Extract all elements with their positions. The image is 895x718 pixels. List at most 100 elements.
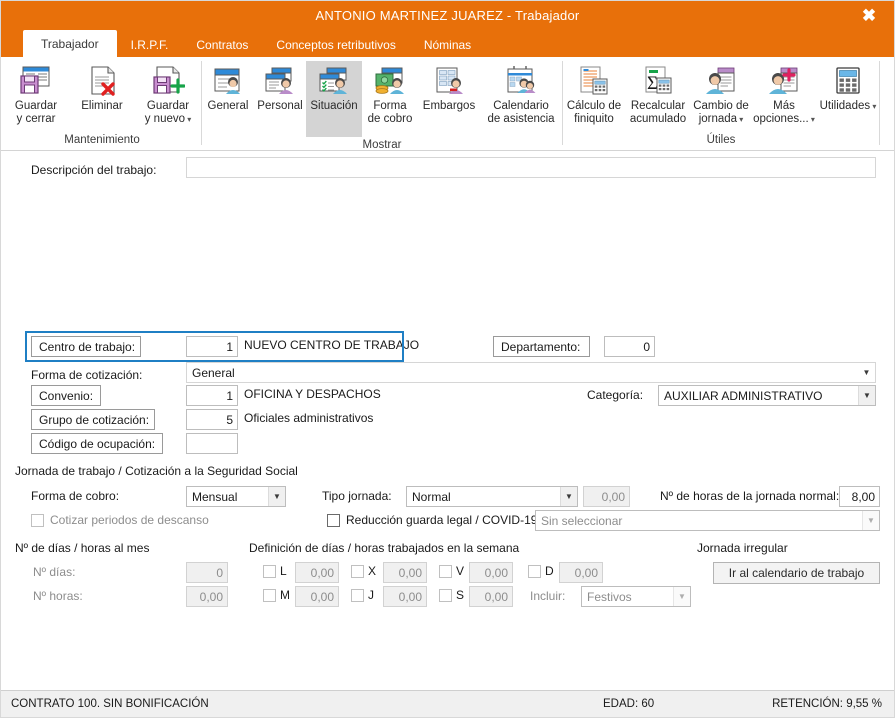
descripcion-trabajo-input[interactable]	[186, 157, 876, 178]
tipo-jornada-label: Tipo jornada:	[322, 489, 392, 503]
forma-cotizacion-select[interactable]: General ▼	[186, 362, 876, 383]
reduccion-guarda-legal-select[interactable]: Sin seleccionar ▼	[535, 510, 880, 531]
cotizar-descanso-label: Cotizar periodos de descanso	[50, 513, 209, 527]
mas-opciones-button[interactable]: Más opciones...	[751, 61, 817, 126]
title-bar: ANTONIO MARTINEZ JUAREZ - Trabajador ✖	[1, 1, 894, 30]
mas-opciones-label: Más opciones...	[753, 100, 815, 126]
cotizar-descanso-checkbox[interactable]	[31, 513, 44, 527]
tab-conceptos-retributivos[interactable]: Conceptos retributivos	[262, 32, 409, 57]
ribbon-group-mantenimiento: Guardar y cerrar Eliminar Guardar y nuev…	[3, 57, 201, 150]
ribbon-group-label-utiles: Útiles	[706, 134, 736, 146]
jornada-section-title: Jornada de trabajo / Cotización a la Seg…	[15, 464, 298, 478]
cambio-de-jornada-button[interactable]: Cambio de jornada	[691, 61, 751, 126]
chevron-down-icon[interactable]: ▼	[560, 487, 577, 506]
dia-D-input	[559, 562, 603, 583]
more-options-icon	[767, 64, 801, 98]
dia-M-input	[295, 586, 339, 607]
horas-jornada-normal-label: Nº de horas de la jornada normal:	[660, 489, 840, 503]
tab-irpf[interactable]: I.R.P.F.	[117, 32, 183, 57]
horas-jornada-normal-input[interactable]	[839, 486, 880, 507]
status-edad: EDAD: 60	[603, 698, 655, 710]
tab-contratos[interactable]: Contratos	[182, 32, 262, 57]
dia-M-row[interactable]: M	[263, 588, 292, 602]
ribbon-toolbar: Guardar y cerrar Eliminar Guardar y nuev…	[1, 57, 894, 151]
centro-de-trabajo-name: NUEVO CENTRO DE TRABAJO	[244, 338, 420, 352]
embargos-button[interactable]: Embargos	[418, 61, 480, 113]
categoria-value: AUXILIAR ADMINISTRATIVO	[664, 388, 823, 403]
categoria-label: Categoría:	[587, 388, 644, 402]
general-button[interactable]: General	[202, 61, 254, 113]
calendario-de-asistencia-button[interactable]: Calendario de asistencia	[480, 61, 562, 126]
dia-D-row[interactable]: D	[528, 564, 557, 578]
dia-S-label: S	[456, 588, 465, 602]
tab-strip: Trabajador I.R.P.F. Contratos Conceptos …	[1, 30, 894, 57]
dia-V-checkbox[interactable]	[439, 564, 452, 578]
chevron-down-icon[interactable]: ▼	[858, 363, 875, 382]
numero-dias-input	[186, 562, 228, 583]
centro-de-trabajo-code-input[interactable]	[186, 336, 238, 357]
chevron-down-icon[interactable]: ▼	[268, 487, 285, 506]
reduccion-guarda-legal-row[interactable]: Reducción guarda legal / COVID-19	[327, 513, 537, 527]
forma-cobro-select[interactable]: Mensual ▼	[186, 486, 286, 507]
ribbon-group-utiles: Cálculo de finiquito Σ Recalcular acumul…	[563, 57, 879, 150]
forma-cotizacion-label: Forma de cotización:	[31, 367, 143, 382]
chevron-down-icon[interactable]: ▼	[858, 386, 875, 405]
situacion-button[interactable]: Situación	[306, 61, 362, 137]
reduccion-guarda-legal-label: Reducción guarda legal / COVID-19	[346, 513, 538, 527]
dia-S-checkbox[interactable]	[439, 588, 452, 602]
dia-J-input	[383, 586, 427, 607]
ribbon-group-mostrar: General Personal Situación Forma de cobr…	[202, 57, 562, 151]
eliminar-label: Eliminar	[81, 100, 123, 112]
codigo-ocupacion-button[interactable]: Código de ocupación:	[31, 433, 163, 454]
general-label: General	[207, 100, 249, 112]
tipo-jornada-select[interactable]: Normal ▼	[406, 486, 578, 507]
dia-L-checkbox[interactable]	[263, 564, 276, 578]
guardar-y-cerrar-button[interactable]: Guardar y cerrar	[3, 61, 69, 126]
dia-M-checkbox[interactable]	[263, 588, 276, 602]
eliminar-button[interactable]: Eliminar	[69, 61, 135, 113]
forma-cotizacion-value: General	[192, 365, 235, 380]
dia-V-label: V	[456, 564, 465, 578]
reduccion-guarda-legal-checkbox[interactable]	[327, 513, 340, 527]
chevron-down-icon[interactable]: ▼	[862, 511, 879, 530]
guardar-y-nuevo-button[interactable]: Guardar y nuevo	[135, 61, 201, 126]
forma-de-cobro-button[interactable]: Forma de cobro	[362, 61, 418, 126]
codigo-ocupacion-input[interactable]	[186, 433, 238, 454]
dia-D-checkbox[interactable]	[528, 564, 541, 578]
dia-S-row[interactable]: S	[439, 588, 468, 602]
dia-X-row[interactable]: X	[351, 564, 380, 578]
dia-X-checkbox[interactable]	[351, 564, 364, 578]
ir-al-calendario-de-trabajo-button[interactable]: Ir al calendario de trabajo	[713, 562, 880, 584]
centro-de-trabajo-button[interactable]: Centro de trabajo:	[31, 336, 141, 357]
dia-J-checkbox[interactable]	[351, 588, 364, 602]
categoria-select[interactable]: AUXILIAR ADMINISTRATIVO ▼	[658, 385, 876, 406]
utilidades-label: Utilidades	[820, 100, 877, 113]
descripcion-trabajo-label: Descripción del trabajo:	[31, 162, 157, 177]
convenio-code-input[interactable]	[186, 385, 238, 406]
dia-J-row[interactable]: J	[351, 588, 380, 602]
departamento-button[interactable]: Departamento:	[493, 336, 590, 357]
window-title: ANTONIO MARTINEZ JUAREZ - Trabajador	[315, 8, 580, 23]
recalcular-acumulado-button[interactable]: Σ Recalcular acumulado	[625, 61, 691, 126]
calculo-de-finiquito-label: Cálculo de finiquito	[566, 100, 622, 125]
personal-button[interactable]: Personal	[254, 61, 306, 113]
chevron-down-icon[interactable]: ▼	[673, 587, 690, 606]
utilidades-button[interactable]: Utilidades	[817, 61, 879, 113]
departamento-input[interactable]	[604, 336, 655, 357]
tab-nominas[interactable]: Nóminas	[410, 32, 485, 57]
dia-V-row[interactable]: V	[439, 564, 468, 578]
form-area: Descripción del trabajo: Centro de traba…	[1, 151, 894, 713]
forma-cobro-label: Forma de cobro:	[31, 489, 120, 503]
incluir-select[interactable]: Festivos ▼	[581, 586, 691, 607]
incluir-value: Festivos	[587, 589, 632, 604]
grupo-cotizacion-button[interactable]: Grupo de cotización:	[31, 409, 155, 430]
tab-trabajador[interactable]: Trabajador	[23, 30, 117, 57]
cotizar-descanso-row[interactable]: Cotizar periodos de descanso	[31, 513, 209, 527]
convenio-button[interactable]: Convenio:	[31, 385, 101, 406]
situacion-label: Situación	[310, 100, 358, 112]
status-retencion: RETENCIÓN: 9,55 %	[772, 698, 882, 710]
dia-L-row[interactable]: L	[263, 564, 292, 578]
close-icon[interactable]: ✖	[848, 1, 890, 30]
calculo-de-finiquito-button[interactable]: Cálculo de finiquito	[563, 61, 625, 126]
grupo-cotizacion-code-input[interactable]	[186, 409, 238, 430]
